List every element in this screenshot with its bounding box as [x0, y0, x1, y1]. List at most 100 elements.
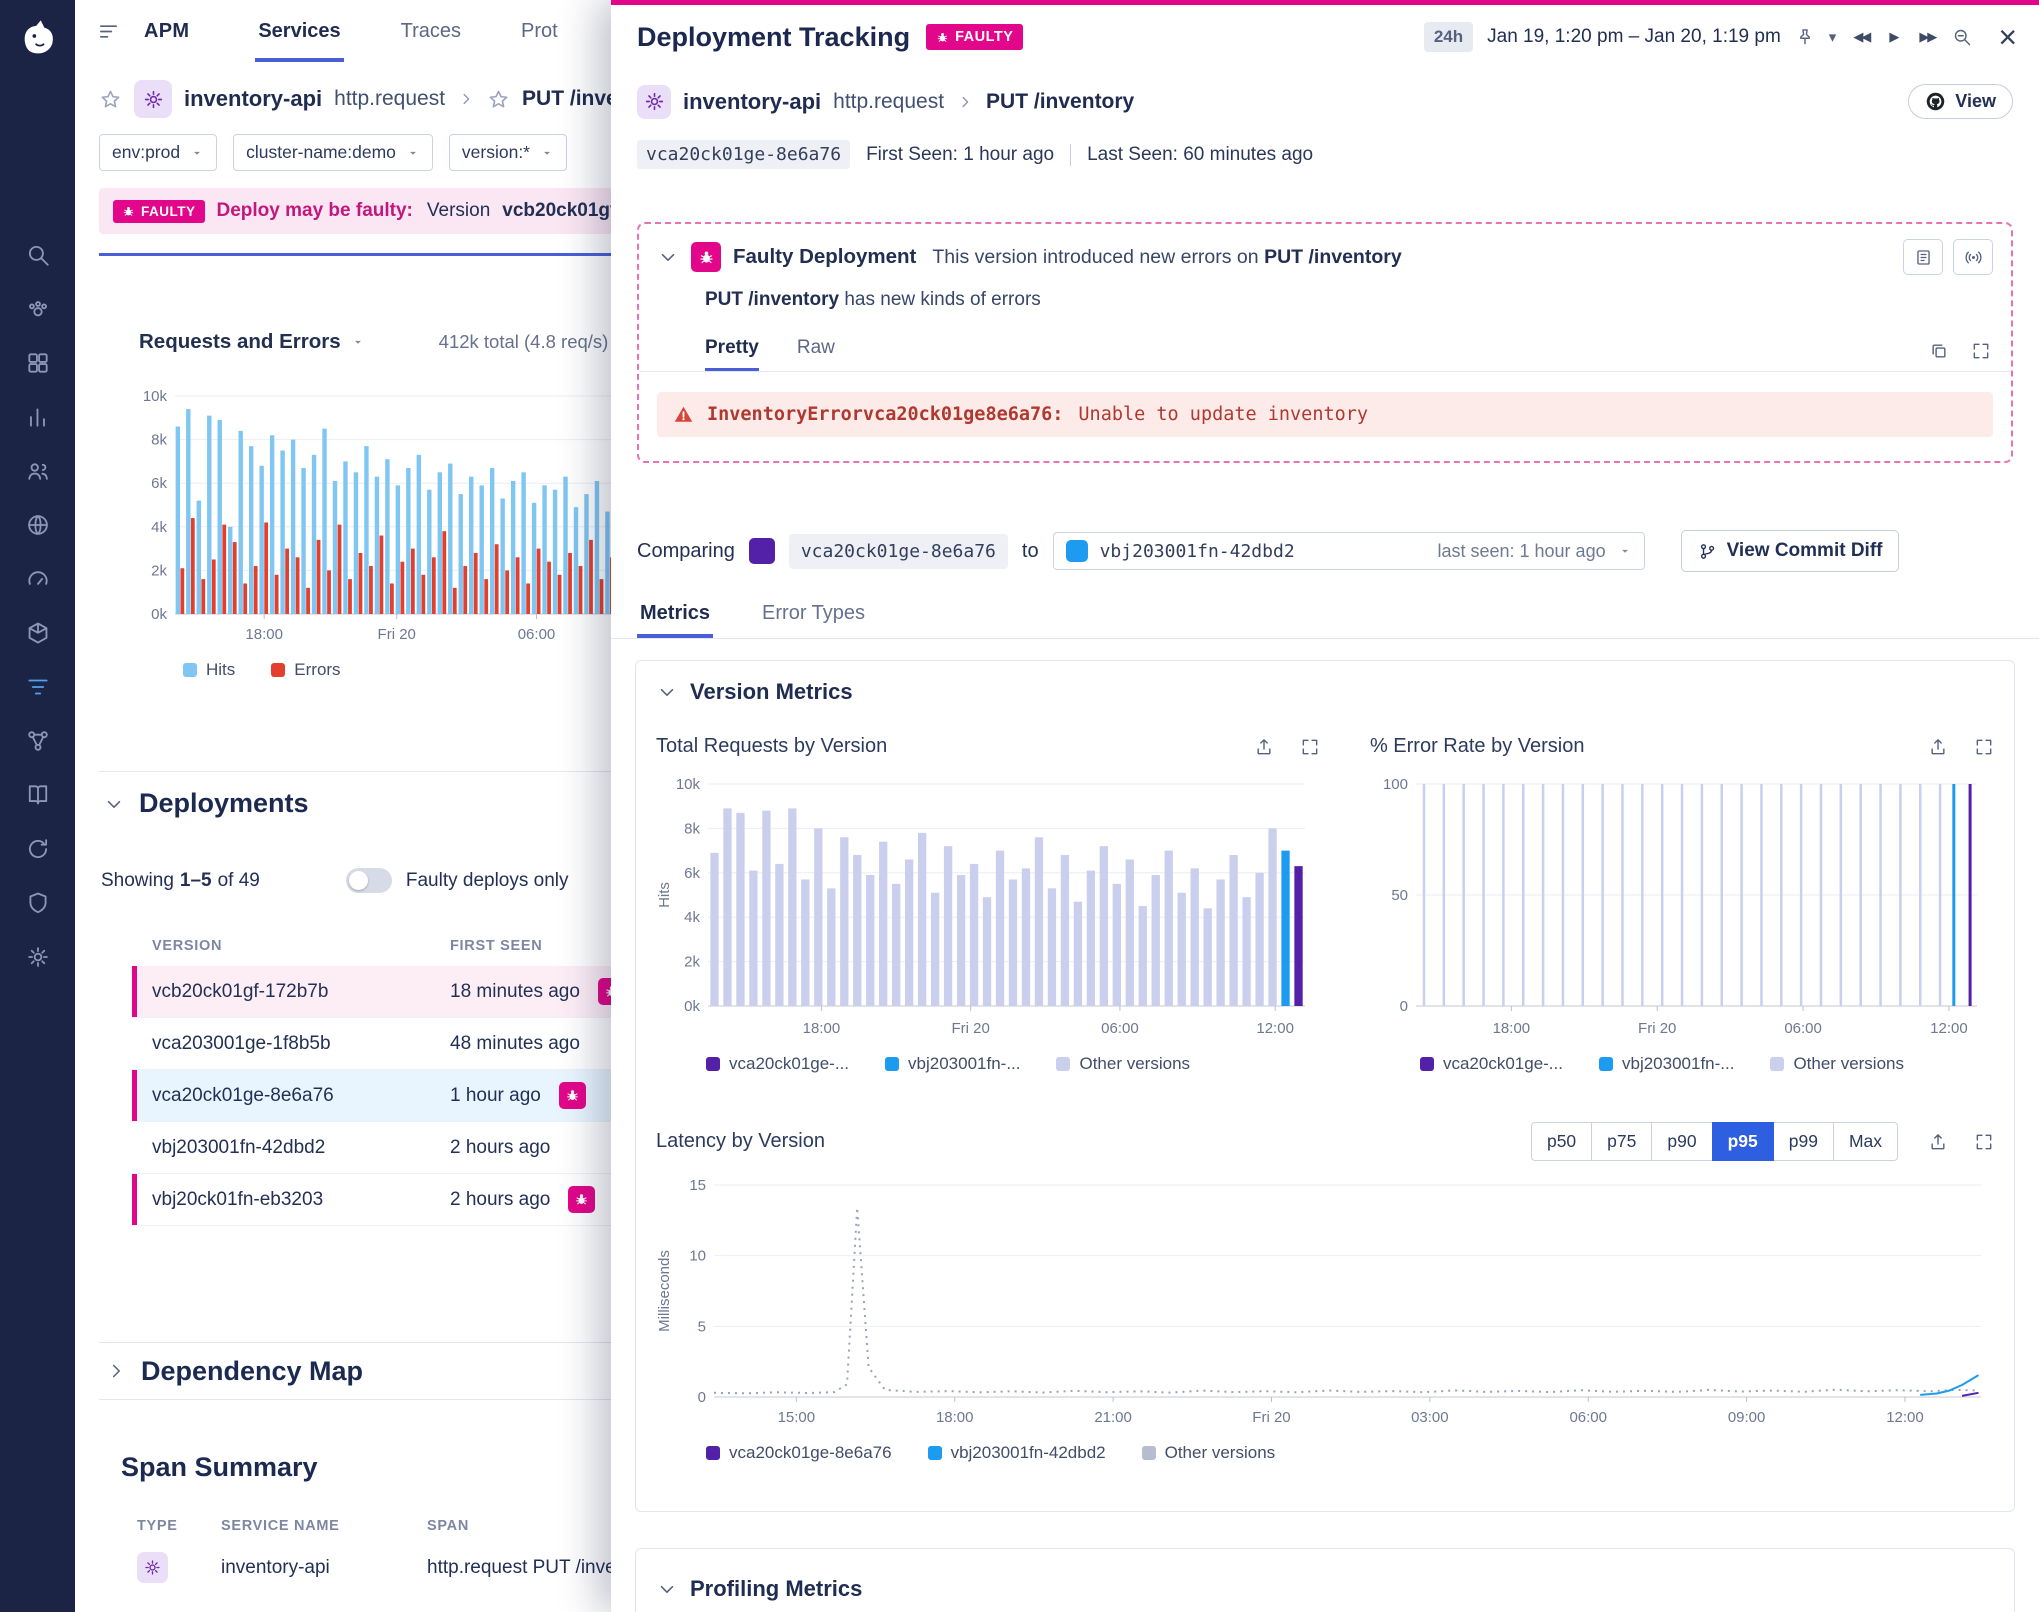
logs-icon[interactable]: [25, 782, 51, 808]
export-icon[interactable]: [1928, 737, 1948, 757]
view-commit-diff-button[interactable]: View Commit Diff: [1681, 530, 1900, 572]
legend-item[interactable]: vbj203001fn-...: [1599, 1054, 1734, 1074]
legend-item[interactable]: vca20ck01ge-8e6a76: [706, 1443, 892, 1463]
chevron-right-icon: [105, 1360, 127, 1382]
resource-name[interactable]: PUT /inventory: [986, 90, 1134, 114]
watchdog-icon[interactable]: [25, 296, 51, 322]
legend-item[interactable]: Other versions: [1056, 1054, 1190, 1074]
expand-icon[interactable]: [1974, 1132, 1994, 1152]
deployment-row[interactable]: vbj20ck01fn-eb32032 hours ago: [132, 1174, 611, 1226]
deployment-row[interactable]: vca203001ge-1f8b5b48 minutes ago: [132, 1018, 611, 1070]
tab-metrics[interactable]: Metrics: [637, 594, 713, 638]
faulty-only-toggle[interactable]: [346, 868, 392, 893]
operation-name[interactable]: http.request: [334, 87, 445, 111]
tab-raw[interactable]: Raw: [797, 337, 835, 371]
span-summary-row[interactable]: inventory-api http.request PUT /inventor…: [137, 1552, 611, 1583]
tab-traces[interactable]: Traces: [398, 0, 464, 62]
ci-icon[interactable]: [25, 836, 51, 862]
expand-icon[interactable]: [1971, 341, 1991, 361]
synthetics-icon[interactable]: [25, 512, 51, 538]
export-icon[interactable]: [1928, 1132, 1948, 1152]
operation-name[interactable]: http.request: [833, 90, 944, 114]
version-chip[interactable]: vca20ck01ge-8e6a76: [637, 140, 850, 169]
legend-item[interactable]: Errors: [271, 660, 340, 680]
percentile-p90[interactable]: p90: [1651, 1122, 1712, 1161]
comparing-version-dropdown[interactable]: vbj203001fn-42dbd2 last seen: 1 hour ago: [1053, 532, 1645, 570]
infrastructure-icon[interactable]: [25, 620, 51, 646]
filter-chip[interactable]: env:prod: [99, 134, 217, 171]
deployment-row[interactable]: vca20ck01ge-8e6a761 hour ago: [132, 1070, 611, 1122]
legend-item[interactable]: vca20ck01ge-...: [1420, 1054, 1563, 1074]
requests-chart-title[interactable]: Requests and Errors: [139, 330, 341, 354]
percentile-p75[interactable]: p75: [1591, 1122, 1652, 1161]
percentile-p95[interactable]: p95: [1712, 1122, 1774, 1161]
warning-icon: [673, 404, 694, 425]
monitors-icon[interactable]: [25, 566, 51, 592]
skip-forward-button[interactable]: ▶▶: [1916, 29, 1938, 45]
skip-back-button[interactable]: ◀◀: [1850, 29, 1872, 45]
percentile-p99[interactable]: p99: [1773, 1122, 1834, 1161]
legend-item[interactable]: vca20ck01ge-...: [706, 1054, 849, 1074]
time-range-chip[interactable]: 24h: [1424, 22, 1473, 52]
related-logs-button[interactable]: [1903, 239, 1943, 275]
zoom-out-icon[interactable]: [1952, 27, 1972, 47]
users-icon[interactable]: [25, 458, 51, 484]
settings-icon[interactable]: [25, 944, 51, 970]
network-icon[interactable]: [25, 728, 51, 754]
tab-error-types[interactable]: Error Types: [759, 594, 868, 638]
filter-chip[interactable]: cluster-name:demo: [233, 134, 433, 171]
caret-down-icon[interactable]: [351, 335, 365, 349]
tab-services[interactable]: Services: [255, 0, 343, 62]
tab-prot[interactable]: Prot: [518, 0, 561, 62]
span-name[interactable]: http.request PUT /inventory: [427, 1557, 611, 1579]
percentile-p50[interactable]: p50: [1531, 1122, 1592, 1161]
view-on-github-button[interactable]: View: [1908, 84, 2013, 119]
related-signals-button[interactable]: [1953, 239, 1993, 275]
security-icon[interactable]: [25, 890, 51, 916]
legend-item[interactable]: Hits: [183, 660, 235, 680]
favorite-star-icon[interactable]: [487, 88, 510, 111]
nav-toggle-icon[interactable]: [97, 20, 120, 43]
filter-chip[interactable]: version:*: [449, 134, 567, 171]
deployment-row[interactable]: vbj203001fn-42dbd22 hours ago: [132, 1122, 611, 1174]
play-button[interactable]: ▶: [1886, 29, 1902, 45]
legend-item[interactable]: Other versions: [1770, 1054, 1904, 1074]
total-requests-chart[interactable]: 0k2k4k6k8k10k18:00Fri 2006:0012:00Hitsvc…: [656, 774, 1320, 1074]
chevron-down-icon[interactable]: [103, 793, 125, 815]
metrics-icon[interactable]: [25, 404, 51, 430]
error-rate-chart[interactable]: 05010018:00Fri 2006:0012:00vca20ck01ge-.…: [1370, 774, 1994, 1074]
faulty-deploy-banner[interactable]: FAULTY Deploy may be faulty: Version vcb…: [99, 188, 611, 234]
chevron-down-icon[interactable]: [656, 681, 678, 703]
service-name[interactable]: inventory-api: [683, 89, 821, 115]
latency-chart[interactable]: 05101515:0018:0021:00Fri 2003:0006:0009:…: [656, 1177, 1994, 1463]
signal-icon: [1964, 248, 1983, 267]
percentile-max[interactable]: Max: [1833, 1122, 1898, 1161]
export-icon[interactable]: [1254, 737, 1274, 757]
copy-icon[interactable]: [1929, 341, 1949, 361]
search-icon[interactable]: [25, 242, 51, 268]
chevron-down-icon[interactable]: [656, 1578, 678, 1600]
dependency-map-section[interactable]: Dependency Map: [99, 1342, 611, 1400]
close-button[interactable]: ×: [1998, 21, 2017, 53]
time-span[interactable]: Jan 19, 1:20 pm – Jan 20, 1:19 pm: [1487, 26, 1781, 48]
error-message-bar[interactable]: InventoryErrorvca20ck01ge8e6a76: Unable …: [657, 392, 1993, 437]
comparing-from-version[interactable]: vca20ck01ge-8e6a76: [789, 534, 1008, 569]
dashboards-icon[interactable]: [25, 350, 51, 376]
expand-icon[interactable]: [1974, 737, 1994, 757]
requests-errors-chart[interactable]: 0k2k4k6k8k10k18:00Fri 2006:00HitsErrors: [133, 388, 611, 680]
service-name[interactable]: inventory-api: [184, 86, 322, 112]
favorite-star-icon[interactable]: [99, 88, 122, 111]
deployment-row[interactable]: vcb20ck01gf-172b7b18 minutes ago: [132, 966, 611, 1018]
tab-pretty[interactable]: Pretty: [705, 337, 759, 371]
pin-icon[interactable]: [1795, 27, 1815, 47]
apm-icon[interactable]: [25, 674, 51, 700]
span-service-name[interactable]: inventory-api: [221, 1557, 427, 1579]
legend-item[interactable]: vbj203001fn-...: [885, 1054, 1020, 1074]
legend-item[interactable]: vbj203001fn-42dbd2: [928, 1443, 1106, 1463]
expand-icon[interactable]: [1300, 737, 1320, 757]
caret-down-icon[interactable]: ▾: [1829, 28, 1837, 46]
legend-item[interactable]: Other versions: [1142, 1443, 1276, 1463]
chevron-down-icon[interactable]: [657, 246, 679, 268]
profiling-metrics-card[interactable]: Profiling Metrics: [635, 1548, 2015, 1612]
datadog-logo[interactable]: [10, 8, 66, 64]
